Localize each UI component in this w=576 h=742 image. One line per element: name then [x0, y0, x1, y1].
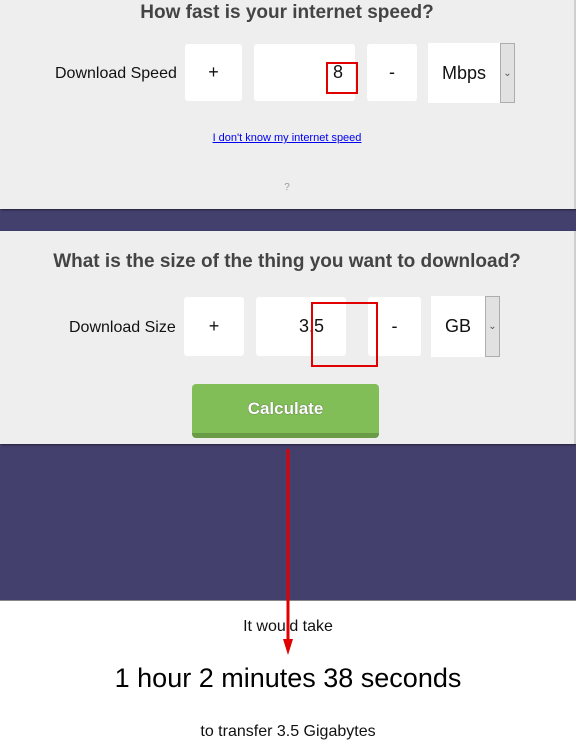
size-highlight-box: [311, 302, 378, 367]
speed-title: How fast is your internet speed?: [140, 2, 434, 23]
speed-plus-button[interactable]: +: [185, 44, 242, 101]
download-speed-label: Download Speed: [55, 65, 177, 82]
chevron-down-icon: ⌄: [485, 296, 500, 357]
result-duration: 1 hour 2 minutes 38 seconds: [114, 663, 462, 693]
arrow-down-icon: [283, 449, 293, 655]
calculate-button[interactable]: Calculate: [192, 384, 379, 438]
size-unit-value: GB: [444, 316, 471, 336]
speed-highlight-box: [326, 62, 358, 94]
help-mark: ?: [284, 182, 290, 193]
result-detail: to transfer 3.5 Gigabytes: [200, 723, 376, 740]
speed-unit-value: Mbps: [441, 62, 486, 83]
chevron-down-icon: ⌄: [500, 43, 515, 103]
size-unit-select[interactable]: GB ⌄: [431, 296, 500, 357]
size-plus-button[interactable]: +: [184, 297, 244, 356]
download-size-label: Download Size: [69, 319, 176, 336]
size-card: What is the size of the thing you want t…: [0, 231, 576, 444]
speed-unit-select[interactable]: Mbps ⌄: [428, 43, 515, 103]
speed-card: How fast is your internet speed? Downloa…: [0, 0, 576, 209]
speed-minus-button[interactable]: -: [367, 44, 417, 101]
size-title: What is the size of the thing you want t…: [53, 251, 521, 272]
unknown-speed-link[interactable]: I don't know my internet speed: [0, 132, 574, 144]
